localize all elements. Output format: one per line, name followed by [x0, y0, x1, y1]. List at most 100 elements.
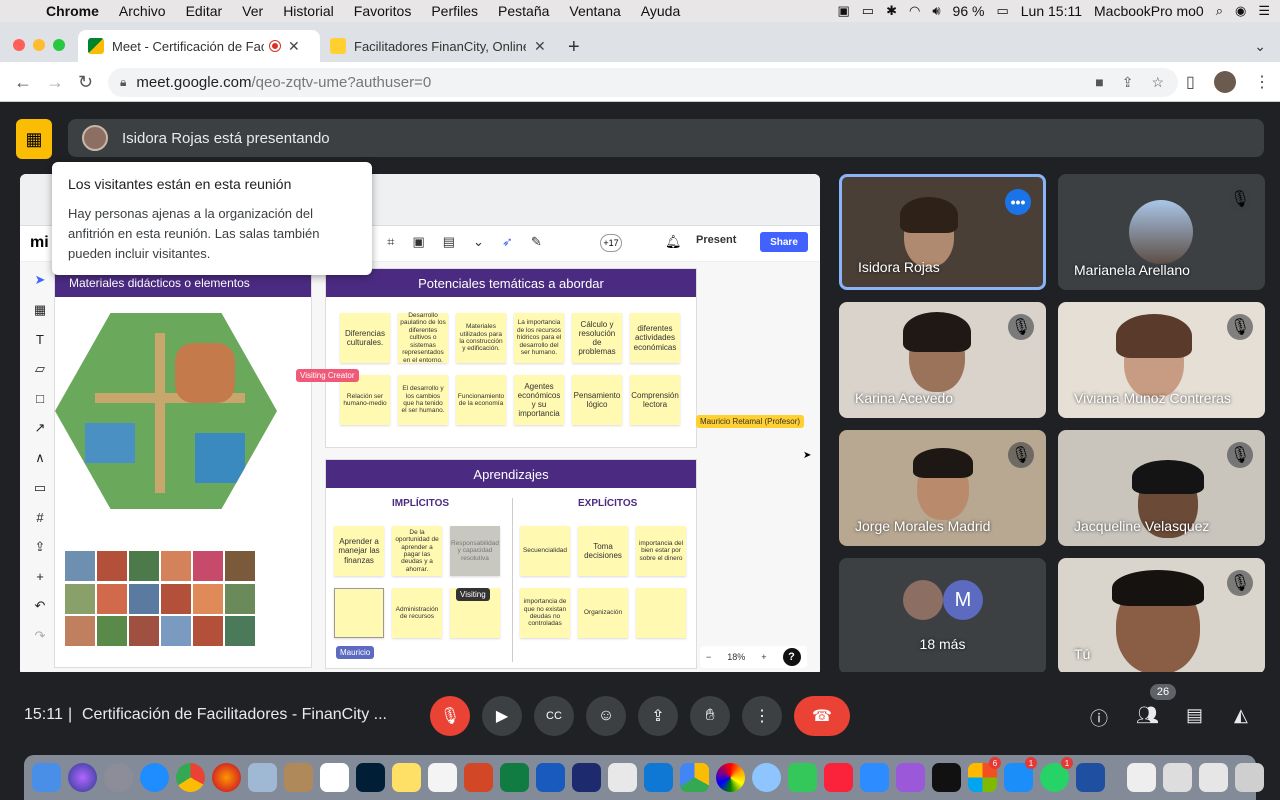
launchpad-icon[interactable]	[104, 763, 133, 792]
chrome-menu-icon[interactable]: ⋮	[1254, 72, 1270, 92]
participant-tile-you[interactable]: 🎙︎ Tú	[1058, 558, 1265, 674]
notifications-bell-icon[interactable]: 🔔︎	[665, 234, 682, 250]
control-center-icon[interactable]: ☰	[1258, 3, 1270, 19]
music-icon[interactable]	[824, 763, 853, 792]
emoji-button[interactable]: ☺	[586, 696, 626, 736]
chrome-icon[interactable]	[176, 763, 205, 792]
facetime-icon[interactable]	[788, 763, 817, 792]
spotlight-search-icon[interactable]: ⌕	[1216, 3, 1223, 19]
siri-dock-icon[interactable]	[68, 763, 97, 792]
sticky-note[interactable]: Cálculo y resolución de problemas	[572, 313, 622, 363]
activities-icon[interactable]: ◭	[1234, 705, 1248, 726]
tab-close-icon[interactable]: ✕	[288, 38, 300, 55]
google-drive-icon[interactable]	[680, 763, 709, 792]
pen-tool-icon[interactable]: ∧	[35, 450, 45, 466]
preview-icon[interactable]	[248, 763, 277, 792]
photoshop-icon[interactable]	[356, 763, 385, 792]
participant-tile-viviana[interactable]: 🎙︎ Viviana Munoz Contreras	[1058, 302, 1265, 418]
frame-tematicas[interactable]: Potenciales temáticas a abordar Diferenc…	[325, 268, 697, 448]
reminders-icon[interactable]	[428, 763, 457, 792]
sticky-note[interactable]: El desarrollo y los cambios que ha tenid…	[398, 375, 448, 425]
help-icon[interactable]: ?	[782, 648, 801, 666]
firefox-icon[interactable]	[212, 763, 241, 792]
visitors-warning-icon[interactable]: ▦	[16, 119, 52, 159]
more-tools-icon[interactable]: ⌄	[473, 234, 484, 250]
frame-materiales[interactable]: Materiales didácticos o elementos	[54, 268, 312, 668]
screenshot-stack-icon[interactable]	[1163, 763, 1192, 792]
calendar-icon[interactable]	[320, 763, 349, 792]
zoom-app-icon[interactable]	[860, 763, 889, 792]
microsoft-office-icon[interactable]: 6	[968, 757, 1001, 792]
menu-ver[interactable]: Ver	[232, 3, 273, 19]
participant-tile-karina[interactable]: 🎙︎ Karina Acevedo	[839, 302, 1046, 418]
downloads-stack-icon[interactable]	[1199, 763, 1228, 792]
sticky-note[interactable]: Pensamiento lógico	[572, 375, 622, 425]
menu-ventana[interactable]: Ventana	[559, 3, 630, 19]
new-tab-icon[interactable]: +	[568, 36, 580, 59]
app-store-icon[interactable]: 1	[1004, 757, 1037, 792]
sticky-note[interactable]	[636, 588, 686, 638]
frame-icon[interactable]: ⌗	[387, 234, 394, 250]
participant-tile-jacqueline[interactable]: 🎙︎ Jacqueline Velasquez	[1058, 430, 1265, 546]
sticky-note[interactable]: Aprender a manejar las finanzas	[334, 526, 384, 576]
sticky-note[interactable]: Materiales utilizados para la construcci…	[456, 313, 506, 363]
trash-icon[interactable]	[1235, 763, 1264, 792]
raise-hand-button[interactable]: ✋︎	[690, 696, 730, 736]
undo-icon[interactable]: ↶	[35, 598, 46, 614]
mic-toggle-button[interactable]: 🎙︎	[430, 696, 470, 736]
battery-icon[interactable]: ▭	[996, 3, 1008, 19]
camera-permission-icon[interactable]: ■	[1095, 74, 1103, 91]
airplay-icon[interactable]: ▭	[862, 3, 874, 19]
present-screen-button[interactable]: ⇪	[638, 696, 678, 736]
window-minimize-button[interactable]	[33, 39, 45, 51]
timer-icon[interactable]: ▣	[412, 234, 424, 250]
sticky-note[interactable]: De la oportunidad de aprender a pagar la…	[392, 526, 442, 576]
menu-ayuda[interactable]: Ayuda	[631, 3, 690, 19]
back-icon[interactable]: ←	[14, 72, 32, 93]
zoom-in-icon[interactable]: +	[761, 652, 766, 662]
comment-tool-icon[interactable]: ▭	[34, 480, 46, 496]
draw-app-icon[interactable]	[572, 763, 601, 792]
frame-aprendizajes[interactable]: Aprendizajes IMPLÍCITOS EXPLÍCITOS Apren…	[325, 459, 697, 669]
chat-icon[interactable]: ▤	[1186, 705, 1203, 726]
tab-close-icon[interactable]: ✕	[534, 38, 546, 55]
siri-icon[interactable]: ◉	[1235, 3, 1246, 19]
notes-folder-icon[interactable]	[284, 763, 313, 792]
sticky-note[interactable]	[334, 588, 384, 638]
sticky-note[interactable]: importancia del bien estar por sobre el …	[636, 526, 686, 576]
tab-search-chevron-icon[interactable]: ⌄	[1254, 38, 1266, 55]
sticky-note[interactable]: importancia de que no existan deudas no …	[520, 588, 570, 638]
sticky-note[interactable]: Toma decisiones	[578, 526, 628, 576]
present-button[interactable]: Present	[696, 234, 736, 246]
messages-icon[interactable]	[752, 763, 781, 792]
window-close-button[interactable]	[13, 39, 25, 51]
table-tool-icon[interactable]: ▦	[34, 302, 46, 318]
sticky-note[interactable]: Organización	[578, 588, 628, 638]
meeting-details-icon[interactable]: ⓘ	[1090, 705, 1108, 731]
reload-icon[interactable]: ↻	[78, 72, 93, 93]
sticky-note[interactable]: Administración de recursos	[392, 588, 442, 638]
pen-app-icon[interactable]	[1076, 763, 1105, 792]
upload-tool-icon[interactable]: ⇪	[35, 539, 46, 555]
address-bar[interactable]: 🔒︎ meet.google.com /qeo-zqtv-ume?authuse…	[108, 68, 1178, 97]
bookmark-star-icon[interactable]: ☆	[1151, 74, 1164, 91]
window-zoom-button[interactable]	[53, 39, 65, 51]
participant-tile-jorge[interactable]: 🎙︎ Jorge Morales Madrid	[839, 430, 1046, 546]
frame-tool-icon[interactable]: #	[36, 510, 43, 525]
participant-tile-more[interactable]: M 18 más	[839, 558, 1046, 674]
tab-financity[interactable]: Facilitadores FinanCity, Online ✕	[320, 30, 560, 62]
bluetooth-icon[interactable]: ✱	[886, 3, 897, 19]
sticky-note[interactable]: Desarrollo paulatino de los diferentes c…	[398, 312, 448, 364]
onedrive-icon[interactable]	[644, 763, 673, 792]
menu-editar[interactable]: Editar	[176, 3, 233, 19]
apple-tv-icon[interactable]	[932, 763, 961, 792]
sticky-note-tool-icon[interactable]: ▱	[35, 361, 45, 377]
safari-icon[interactable]	[140, 763, 169, 792]
zoom-out-icon[interactable]: −	[706, 652, 711, 662]
finder-icon[interactable]	[32, 763, 61, 792]
line-tool-icon[interactable]: ↗	[35, 420, 46, 436]
sidepanel-icon[interactable]: ▯	[1186, 72, 1195, 92]
menu-app-chrome[interactable]: Chrome	[36, 3, 109, 19]
sticky-note[interactable]: Secuencialidad	[520, 526, 570, 576]
sticky-note[interactable]: Responsabilidad y capacidad resolutiva	[450, 526, 500, 576]
